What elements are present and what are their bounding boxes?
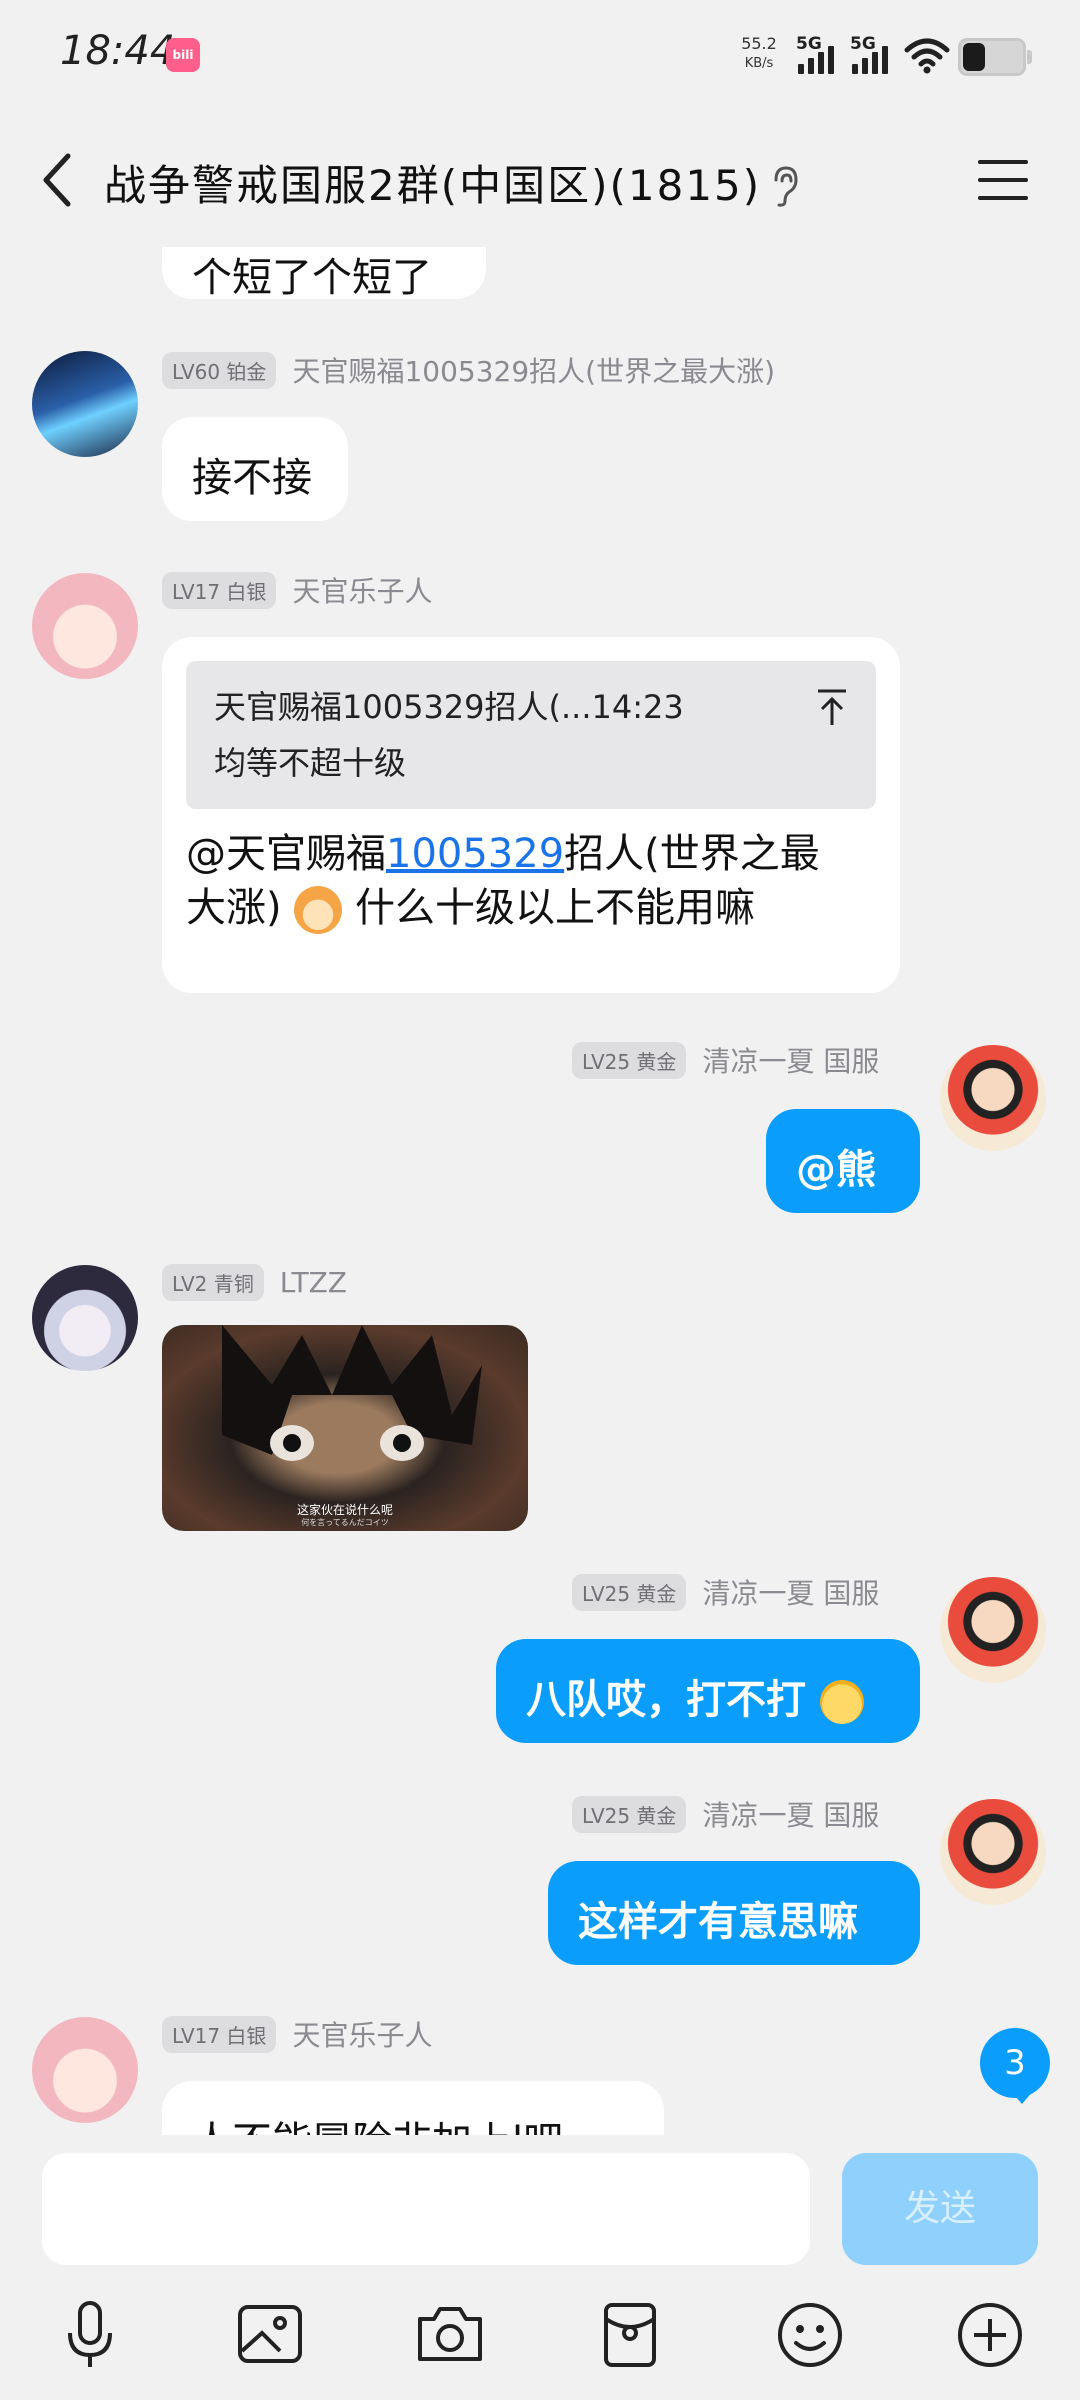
message-bubble[interactable]: 八队哎，打不打 xyxy=(496,1639,920,1743)
reply-text-part: 招人(世界之最 xyxy=(564,831,820,877)
group-title[interactable]: 战争警戒国服2群(中国区)(1815) xyxy=(104,152,761,213)
avatar[interactable] xyxy=(32,351,138,457)
image-icon[interactable] xyxy=(230,2295,310,2375)
bilibili-app-icon: bili xyxy=(166,38,200,72)
ear-icon[interactable] xyxy=(770,164,800,208)
avatar[interactable] xyxy=(940,1799,1046,1905)
message-bubble[interactable]: 人不能冒险非加上l吧 xyxy=(162,2081,664,2135)
sender-name[interactable]: 清凉一夏 国服 xyxy=(702,1572,879,1612)
sender-name[interactable]: 清凉一夏 国服 xyxy=(702,1040,879,1080)
unread-badge-tail xyxy=(1010,2090,1034,2104)
avatar[interactable] xyxy=(940,1577,1046,1683)
avatar[interactable] xyxy=(32,1265,138,1371)
composer-toolbar xyxy=(0,2295,1080,2385)
plus-icon[interactable] xyxy=(950,2295,1030,2375)
sender-meta: LV60 铂金 天官赐福1005329招人(世界之最大涨) xyxy=(162,351,775,389)
composer: 发送 xyxy=(0,2135,1080,2400)
level-badge: LV60 铂金 xyxy=(162,351,277,389)
dog-emoji-icon xyxy=(294,886,343,934)
reply-text-part: 大涨) xyxy=(186,885,282,931)
level-badge: LV17 白银 xyxy=(162,2015,277,2053)
sender-name[interactable]: 天官乐子人 xyxy=(292,2014,432,2054)
message-bubble[interactable]: @熊 xyxy=(766,1109,920,1213)
sender-meta: LV17 白银 天官乐子人 xyxy=(162,2015,432,2053)
avatar[interactable] xyxy=(32,2017,138,2123)
reply-bubble[interactable]: 天官赐福1005329招人(...14:23 均等不超十级 @天官赐福10053… xyxy=(162,637,900,993)
back-arrow-icon[interactable] xyxy=(38,150,78,210)
reply-text-part: 什么十级以上不能用嘛 xyxy=(355,885,756,931)
sender-meta: LV2 青铜 LTZZ xyxy=(162,1263,347,1301)
message-bubble[interactable]: 这样才有意思嘛 xyxy=(548,1861,920,1965)
smirk-emoji-icon xyxy=(819,1680,864,1724)
message-bubble[interactable]: 接不接 xyxy=(162,417,348,521)
message-text: 八队哎，打不打 xyxy=(526,1677,806,1723)
level-badge: LV25 黄金 xyxy=(572,1795,687,1833)
avatar[interactable] xyxy=(32,573,138,679)
message-bubble[interactable]: 个短了个短了 xyxy=(162,247,486,301)
status-bar: 18:44 bili 55.2 KB/s 5G 5G xyxy=(0,0,1080,112)
battery-icon xyxy=(958,38,1032,76)
number-link[interactable]: 1005329 xyxy=(386,831,564,877)
message-input[interactable] xyxy=(42,2153,810,2265)
image-subcaption: 何を言ってるんだコイツ xyxy=(301,1518,389,1527)
message-feed[interactable]: 个短了个短了 LV60 铂金 天官赐福1005329招人(世界之最大涨) 接不接… xyxy=(0,247,1080,2135)
sender-meta: LV25 黄金 清凉一夏 国服 xyxy=(572,1795,879,1833)
message-text: 接不接 xyxy=(192,455,312,501)
sender-meta: LV25 黄金 清凉一夏 国服 xyxy=(572,1041,879,1079)
unread-count-badge[interactable]: 3 xyxy=(980,2028,1050,2098)
quoted-header: 天官赐福1005329招人(...14:23 xyxy=(214,688,684,726)
network-speed: 55.2 KB/s xyxy=(732,34,786,74)
quoted-message[interactable]: 天官赐福1005329招人(...14:23 均等不超十级 xyxy=(186,661,876,809)
quoted-text: 均等不超十级 xyxy=(214,744,407,782)
level-badge: LV25 黄金 xyxy=(572,1573,687,1611)
sender-meta: LV17 白银 天官乐子人 xyxy=(162,571,432,609)
sender-name[interactable]: LTZZ xyxy=(280,1266,347,1299)
message-text: 人不能冒险非加上l吧 xyxy=(192,2119,563,2135)
menu-icon[interactable] xyxy=(978,160,1028,200)
red-packet-icon[interactable] xyxy=(590,2295,670,2375)
network-speed-value: 55.2 xyxy=(741,34,777,53)
reply-text: @天官赐福1005329招人(世界之最 大涨) 什么十级以上不能用嘛 xyxy=(186,827,876,935)
clock: 18:44 xyxy=(60,28,176,74)
wifi-icon xyxy=(904,38,950,74)
sender-name[interactable]: 清凉一夏 国服 xyxy=(702,1794,879,1834)
microphone-icon[interactable] xyxy=(50,2295,130,2375)
signal-icon: 5G xyxy=(796,34,838,74)
camera-icon[interactable] xyxy=(410,2295,490,2375)
signal-icon-2: 5G xyxy=(850,34,892,74)
level-badge: LV2 青铜 xyxy=(162,1263,264,1301)
sender-name[interactable]: 天官乐子人 xyxy=(292,570,432,610)
jump-to-top-icon[interactable] xyxy=(816,687,848,727)
image-message[interactable]: 这家伙在说什么呢 何を言ってるんだコイツ xyxy=(162,1325,528,1531)
avatar[interactable] xyxy=(940,1045,1046,1151)
message-text: @熊 xyxy=(796,1147,876,1193)
message-text: 这样才有意思嘛 xyxy=(578,1899,858,1945)
mention: @天官赐福 xyxy=(186,831,386,877)
image-caption: 这家伙在说什么呢 xyxy=(296,1503,393,1517)
send-button[interactable]: 发送 xyxy=(842,2153,1038,2265)
level-badge: LV17 白银 xyxy=(162,571,277,609)
message-text: 个短了个短了 xyxy=(192,255,432,301)
sender-meta: LV25 黄金 清凉一夏 国服 xyxy=(572,1573,879,1611)
sender-name[interactable]: 天官赐福1005329招人(世界之最大涨) xyxy=(292,350,775,390)
level-badge: LV25 黄金 xyxy=(572,1041,687,1079)
emoji-icon[interactable] xyxy=(770,2295,850,2375)
network-speed-unit: KB/s xyxy=(744,56,774,71)
chat-header: 战争警戒国服2群(中国区)(1815) xyxy=(0,112,1080,247)
